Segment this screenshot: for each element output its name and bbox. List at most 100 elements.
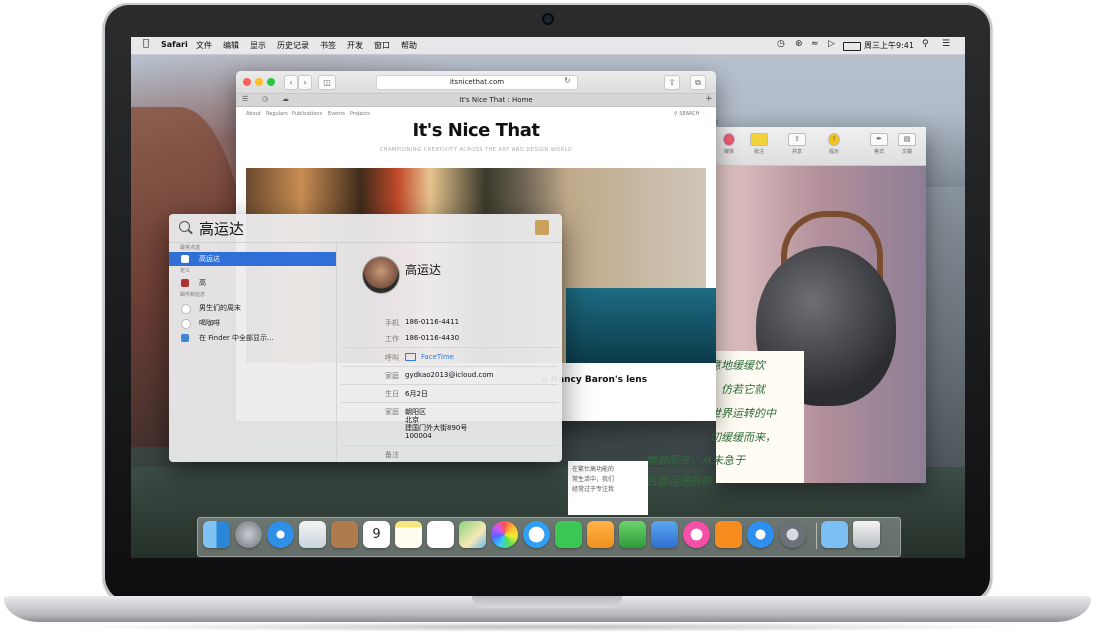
site-logo[interactable]: It's Nice That	[386, 120, 566, 141]
laptop-notch	[472, 596, 622, 608]
menu-develop[interactable]: 开发	[347, 40, 363, 51]
itunes-icon[interactable]	[683, 521, 710, 548]
photos-icon[interactable]	[491, 521, 518, 548]
field-value: 186-0116-4430	[405, 334, 460, 342]
media-button[interactable]: 媒体	[718, 133, 740, 155]
menu-clock[interactable]: 周三上午9:41	[864, 40, 914, 51]
address-bar[interactable]: itsnicethat.com	[376, 75, 578, 90]
numbers-icon[interactable]	[619, 521, 646, 548]
spotlight-icon[interactable]: ⚲	[922, 39, 929, 49]
comment-icon	[750, 133, 768, 146]
tab-current[interactable]: It's Nice That : Home	[296, 94, 696, 106]
nav-events[interactable]: Events	[328, 111, 345, 117]
sidebar-button[interactable]: ◫	[318, 75, 336, 90]
menu-bookmarks[interactable]: 书签	[320, 40, 336, 51]
pages-icon[interactable]	[587, 521, 614, 548]
apple-icon[interactable]: 	[143, 38, 149, 49]
note-snippet-line: 在繁忙高功能的	[572, 466, 615, 473]
note-paper[interactable]: 意地缓缓饮 ，仿若它就 世界运转的中 切缓缓而来， 静静而去，从未急于 古面运送…	[646, 351, 804, 488]
menu-window[interactable]: 窗口	[374, 40, 390, 51]
section-top-hits: 最常点选	[180, 245, 201, 251]
share-button[interactable]: ⇧ 共享	[786, 133, 808, 155]
menu-help[interactable]: 帮助	[401, 40, 417, 51]
back-button[interactable]: ‹	[284, 75, 298, 90]
messages-icon[interactable]	[523, 521, 550, 548]
menu-history[interactable]: 历史记录	[277, 40, 309, 51]
field-label: 工作	[385, 335, 399, 343]
mail-icon[interactable]	[299, 521, 326, 548]
result-message[interactable]: 男生们的周末	[169, 301, 336, 315]
field-address[interactable]: 家庭 朝阳区 北京 建国门外大街890号 100004	[337, 403, 562, 443]
poem-line: 切缓缓而来，	[710, 431, 776, 444]
color-icon	[723, 133, 735, 146]
field-birthday[interactable]: 生日 6月2日	[337, 385, 562, 401]
calendar-icon[interactable]: 9	[363, 521, 390, 548]
nav-about[interactable]: About	[246, 111, 261, 117]
field-mobile[interactable]: 手机 186-0116-4411	[337, 314, 562, 330]
contact-preview: 高运达 手机 186-0116-4411 工作 186-0116-4430 呼叫…	[337, 243, 562, 462]
result-dictionary[interactable]: 高	[169, 276, 336, 290]
field-value: 186-0116-4411	[405, 318, 460, 326]
maps-icon[interactable]	[459, 521, 486, 548]
new-tab-icon[interactable]: +	[705, 94, 713, 104]
reload-icon[interactable]: ↻	[564, 76, 571, 85]
format-button[interactable]: ✒ 格式	[868, 133, 890, 155]
notes-icon[interactable]	[395, 521, 422, 548]
nav-publications[interactable]: Publications	[292, 111, 322, 117]
spotlight-search-field[interactable]: 高运达	[169, 214, 562, 243]
forward-button[interactable]: ›	[298, 75, 312, 90]
finder-icon[interactable]	[203, 521, 230, 548]
ibooks-icon[interactable]	[715, 521, 742, 548]
result-contact[interactable]: 高运达	[169, 252, 336, 266]
zoom-button[interactable]	[267, 78, 275, 86]
spotlight-query[interactable]: 高运达	[199, 218, 244, 239]
trash-icon[interactable]	[853, 521, 880, 548]
bluetooth-icon[interactable]: ⊛	[795, 39, 803, 49]
wifi-icon[interactable]: ≈	[811, 39, 819, 49]
dictionary-icon	[181, 279, 189, 287]
chevron-right-icon: ›	[303, 78, 307, 87]
reading-list-icon[interactable]: ☰	[242, 95, 248, 103]
hint-button[interactable]: ! 提示	[823, 133, 845, 155]
result-show-all-in-finder[interactable]: 在 Finder 中全部显示...	[169, 331, 336, 345]
field-notes[interactable]: 备注	[337, 446, 562, 462]
app-store-icon[interactable]	[747, 521, 774, 548]
facetime-icon[interactable]	[555, 521, 582, 548]
menu-file[interactable]: 文件	[196, 40, 212, 51]
cloud-icon[interactable]: ☁	[282, 95, 289, 103]
reminders-icon[interactable]	[427, 521, 454, 548]
nav-regulars[interactable]: Regulars	[266, 111, 288, 117]
field-label: 家庭	[385, 372, 399, 380]
system-preferences-icon[interactable]	[779, 521, 806, 548]
menu-edit[interactable]: 编辑	[223, 40, 239, 51]
site-search-link[interactable]: ⚲ SEARCH	[674, 111, 700, 117]
result-message[interactable]: 喝咖啡	[169, 316, 336, 330]
history-icon[interactable]: ◷	[262, 95, 268, 103]
menu-view[interactable]: 显示	[250, 40, 266, 51]
menu-app-name[interactable]: Safari	[161, 40, 188, 49]
field-email[interactable]: 家庭 gydkao2013@icloud.com	[337, 367, 562, 383]
minimize-button[interactable]	[255, 78, 263, 86]
list-icon[interactable]: ☰	[942, 39, 950, 49]
keynote-icon[interactable]	[651, 521, 678, 548]
time-machine-icon[interactable]: ◷	[777, 39, 785, 49]
share-button[interactable]: ⇧	[664, 75, 680, 90]
document-button[interactable]: ▤ 文稿	[896, 133, 918, 155]
field-value: 6月2日	[405, 390, 428, 398]
field-facetime[interactable]: 呼叫 FaceTime	[337, 349, 562, 365]
battery-icon[interactable]	[843, 42, 861, 51]
field-label: 生日	[385, 390, 399, 398]
close-button[interactable]	[243, 78, 251, 86]
comment-button[interactable]: 批注	[748, 133, 770, 155]
result-label: 男生们的周末	[199, 304, 241, 312]
nav-projects[interactable]: Projects	[350, 111, 370, 117]
field-work[interactable]: 工作 186-0116-4430	[337, 330, 562, 346]
downloads-icon[interactable]	[821, 521, 848, 548]
tabs-button[interactable]: ⧉	[690, 75, 706, 90]
safari-icon[interactable]	[267, 521, 294, 548]
volume-icon[interactable]: ▷	[828, 39, 835, 49]
contacts-icon[interactable]	[331, 521, 358, 548]
facetime-link[interactable]: FaceTime	[421, 353, 454, 361]
pool-photo	[566, 288, 716, 363]
launchpad-icon[interactable]	[235, 521, 262, 548]
